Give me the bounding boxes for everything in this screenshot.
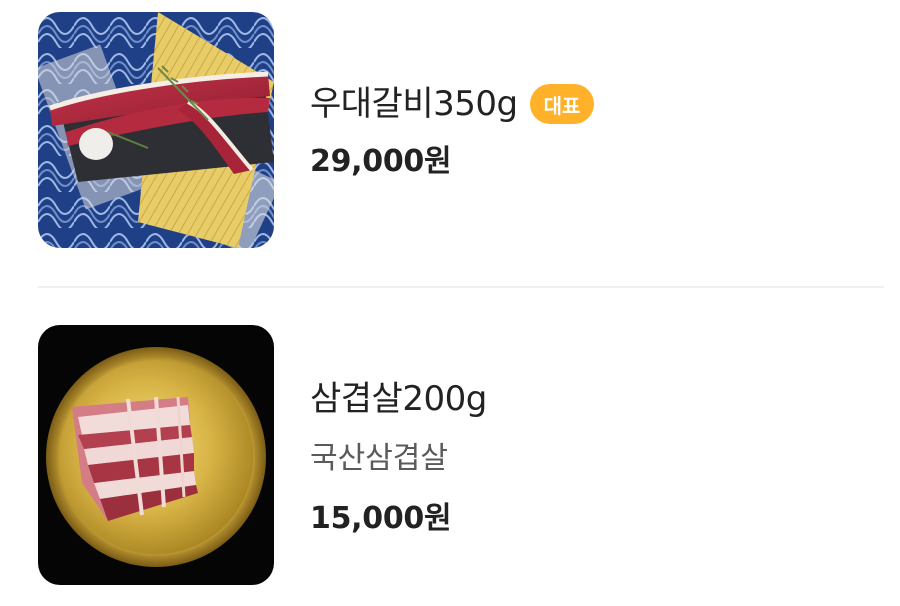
- signature-badge: 대표: [529, 84, 595, 124]
- menu-list: 우대갈비350g 대표 29,000원 삼겹살200g 국산삼겹살 15,000…: [0, 0, 900, 606]
- menu-item-price: 29,000원: [310, 144, 452, 179]
- menu-item[interactable]: 우대갈비350g 대표 29,000원: [0, 12, 900, 248]
- menu-item-price: 15,000원: [310, 501, 452, 536]
- pork-belly-photo[interactable]: [38, 325, 274, 585]
- divider: [38, 286, 884, 288]
- name-row: 우대갈비350g 대표: [310, 82, 595, 126]
- menu-item-info: 삼겹살200g 국산삼겹살 15,000원: [310, 377, 487, 539]
- menu-item-name: 우대갈비350g: [310, 84, 518, 124]
- beef-ribs-photo[interactable]: [38, 12, 274, 248]
- menu-item-description: 국산삼겹살: [310, 441, 448, 476]
- menu-item-name: 삼겹살200g: [310, 379, 487, 419]
- menu-item[interactable]: 삼겹살200g 국산삼겹살 15,000원: [0, 325, 900, 587]
- menu-item-info: 우대갈비350g 대표 29,000원: [310, 82, 595, 182]
- name-row: 삼겹살200g: [310, 377, 487, 421]
